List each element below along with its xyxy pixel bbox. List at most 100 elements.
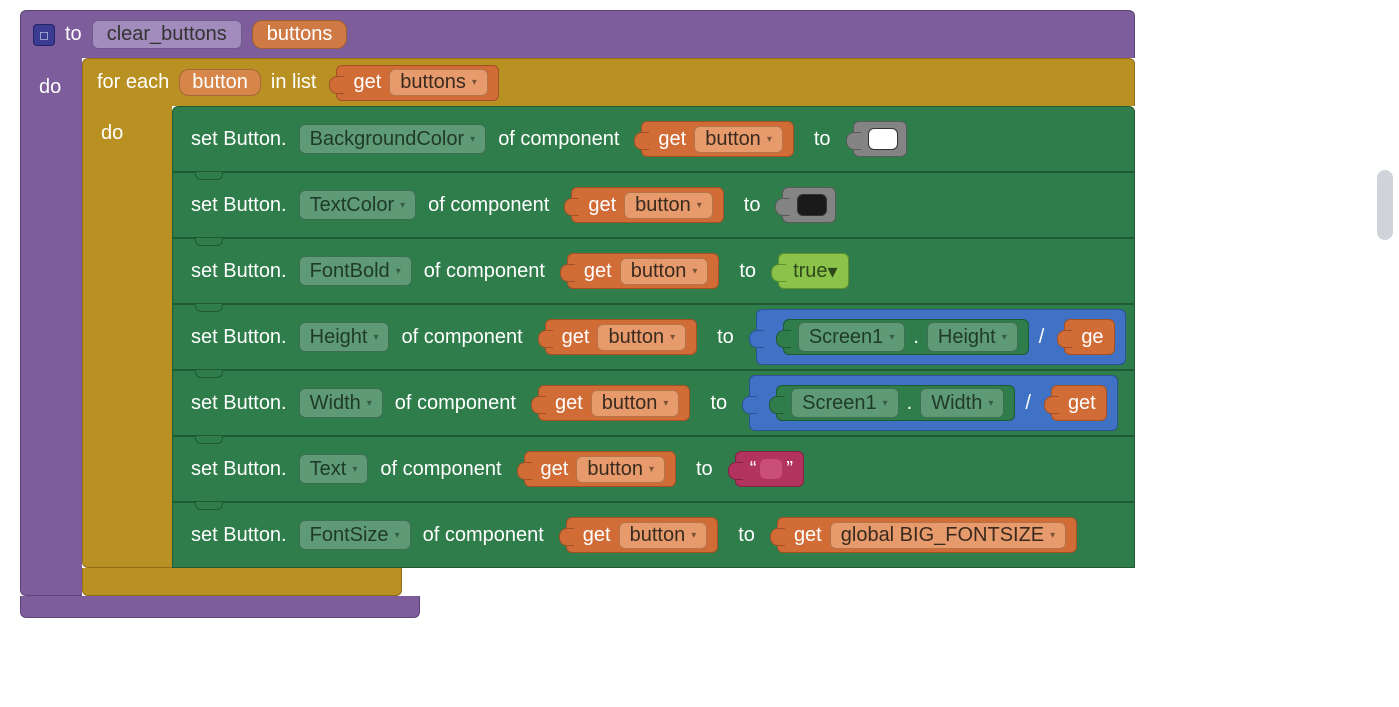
chevron-down-icon: ▾ [828,259,838,284]
get-button-block[interactable]: get button▾ [566,517,718,553]
set-property-block[interactable]: set Button. BackgroundColor▾ of componen… [172,106,1135,172]
get-variable-block[interactable]: ge [1064,319,1114,355]
get-button-block[interactable]: get button▾ [538,385,690,421]
keyword-get: get [353,71,381,94]
component-field[interactable]: Screen1▾ [791,388,899,418]
chevron-down-icon: ▾ [395,530,400,541]
procedure-do-label: do [20,58,82,596]
boolean-block[interactable]: true ▾ [778,253,849,289]
chevron-down-icon: ▾ [670,332,675,343]
to-label: to [744,194,761,217]
of-component-label: of component [498,128,619,151]
set-property-block[interactable]: set Button. Height▾ of component get but… [172,304,1135,370]
dot-label: . [913,326,919,349]
color-block[interactable] [782,187,836,223]
foreach-block[interactable]: for each button in list get buttons▾ [82,58,1135,596]
property-dropdown[interactable]: FontSize▾ [299,520,411,550]
variable-field[interactable]: button▾ [597,324,686,351]
property-dropdown[interactable]: Width▾ [299,388,383,418]
set-prefix-label: set Button. [191,524,287,547]
set-property-block[interactable]: set Button. Text▾ of component get butto… [172,436,1135,502]
variable-field[interactable]: button▾ [624,192,713,219]
variable-field[interactable]: button▾ [620,258,709,285]
set-property-block[interactable]: set Button. FontSize▾ of component get b… [172,502,1135,568]
get-variable-block[interactable]: get global BIG_FONTSIZE▾ [777,517,1077,553]
keyword-get: get [555,392,583,415]
variable-field[interactable]: button▾ [694,126,783,153]
to-label: to [710,392,727,415]
variable-field[interactable]: button▾ [619,522,708,549]
divide-operator: / [1025,392,1031,415]
chevron-down-icon: ▾ [883,398,888,409]
set-property-block[interactable]: set Button. FontBold▾ of component get b… [172,238,1135,304]
variable-field[interactable]: button▾ [591,390,680,417]
foreach-footer [82,568,402,596]
screen-property-block[interactable]: Screen1▾ . Height▾ [783,319,1029,355]
foreach-do-label: do [82,106,172,568]
chevron-down-icon: ▾ [692,266,697,277]
keyword-get: get [658,128,686,151]
dot-label: . [907,392,913,415]
variable-field[interactable]: button▾ [576,456,665,483]
get-button-block[interactable]: get button▾ [641,121,793,157]
screen-property-block[interactable]: Screen1▾ . Width▾ [776,385,1015,421]
procedure-footer [20,596,420,618]
property-field[interactable]: Width▾ [920,388,1004,418]
variable-field[interactable]: buttons▾ [389,69,488,96]
keyword-get: get [562,326,590,349]
to-label: to [717,326,734,349]
math-divide-block[interactable]: Screen1▾ . Width▾ / get [749,375,1118,431]
procedure-param[interactable]: buttons [252,20,348,49]
foreach-header[interactable]: for each button in list get buttons▾ [82,58,1135,106]
keyword-get: get [794,524,822,547]
chevron-down-icon: ▾ [1002,332,1007,343]
variable-field[interactable]: global BIG_FONTSIZE▾ [830,522,1066,549]
chevron-down-icon: ▾ [400,200,405,211]
procedure-header[interactable]: ◻ to clear_buttons buttons [20,10,1135,58]
set-property-block[interactable]: set Button. Width▾ of component get butt… [172,370,1135,436]
keyword-inlist: in list [271,71,317,94]
text-field[interactable] [760,459,782,479]
text-block[interactable]: “” [735,451,804,487]
property-field[interactable]: Height▾ [927,322,1018,352]
of-component-label: of component [424,260,545,283]
scrollbar-thumb[interactable] [1377,170,1393,240]
set-property-block[interactable]: set Button. TextColor▾ of component get … [172,172,1135,238]
color-block[interactable] [853,121,907,157]
to-label: to [814,128,831,151]
gear-icon[interactable]: ◻ [33,24,55,46]
color-swatch[interactable] [868,128,898,150]
component-field[interactable]: Screen1▾ [798,322,906,352]
get-button-block[interactable]: get button▾ [524,451,676,487]
property-dropdown[interactable]: FontBold▾ [299,256,412,286]
chevron-down-icon: ▾ [352,464,357,475]
foreach-variable-field[interactable]: button [179,69,261,96]
chevron-down-icon: ▾ [472,77,477,88]
color-swatch[interactable] [797,194,827,216]
chevron-down-icon: ▾ [697,200,702,211]
property-dropdown[interactable]: BackgroundColor▾ [299,124,487,154]
procedure-name-field[interactable]: clear_buttons [92,20,242,49]
keyword-get: get [588,194,616,217]
boolean-value: true [793,260,827,283]
procedure-definition-block[interactable]: ◻ to clear_buttons buttons do for each b… [20,10,1135,618]
to-label: to [738,524,755,547]
property-dropdown[interactable]: Text▾ [299,454,369,484]
get-buttons-block[interactable]: get buttons▾ [336,65,498,101]
keyword-get: get [541,458,569,481]
chevron-down-icon: ▾ [988,398,993,409]
chevron-down-icon: ▾ [649,464,654,475]
to-label: to [739,260,756,283]
keyword-get: get [584,260,612,283]
get-button-block[interactable]: get button▾ [545,319,697,355]
get-button-block[interactable]: get button▾ [567,253,719,289]
math-divide-block[interactable]: Screen1▾ . Height▾ / ge [756,309,1126,365]
get-button-block[interactable]: get button▾ [571,187,723,223]
get-variable-block[interactable]: get [1051,385,1107,421]
quote-close: ” [786,458,793,481]
chevron-down-icon: ▾ [663,398,668,409]
blocks-canvas[interactable]: ◻ to clear_buttons buttons do for each b… [0,0,1399,628]
chevron-down-icon: ▾ [767,134,772,145]
property-dropdown[interactable]: Height▾ [299,322,390,352]
property-dropdown[interactable]: TextColor▾ [299,190,417,220]
